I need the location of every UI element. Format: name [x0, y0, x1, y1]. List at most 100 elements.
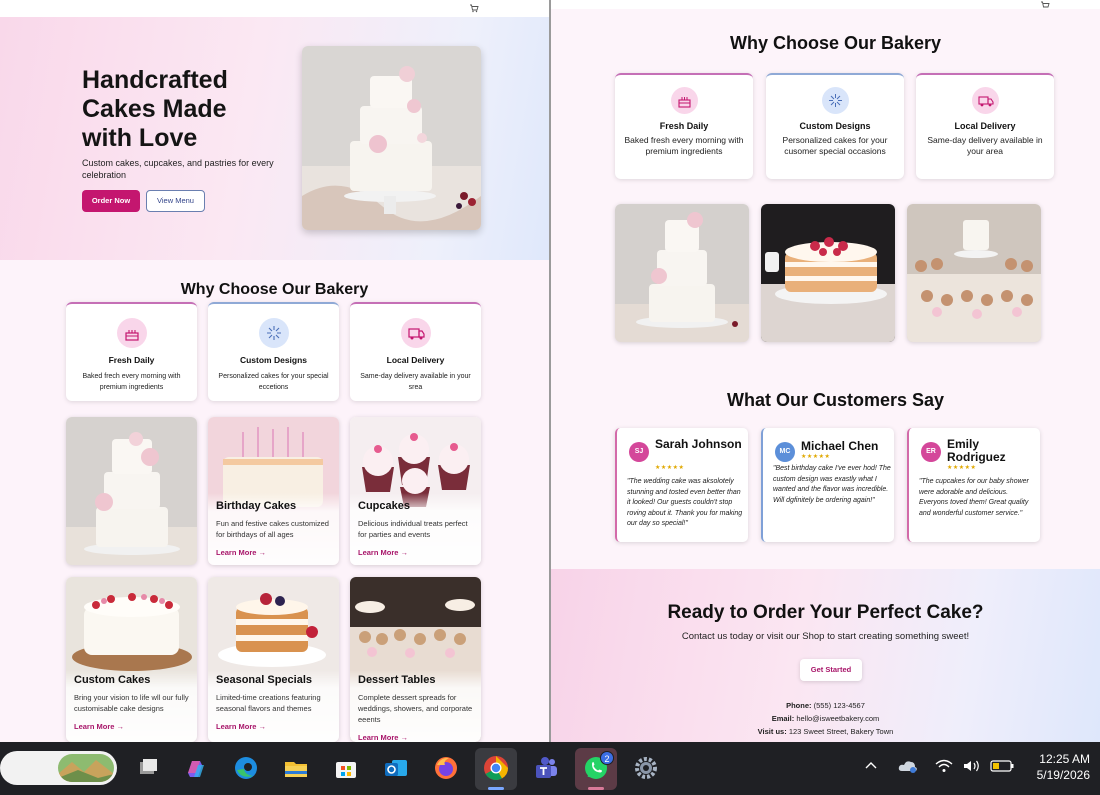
feature-description: Personalized cakes for your cusomer spec… — [782, 135, 888, 156]
feature-description: Same-day delivery available in your srea — [360, 373, 471, 391]
email-label: Email: — [771, 714, 795, 723]
contact-address: Visit us: 123 Sweet Street, Bakery Town — [551, 727, 1100, 736]
cake-icon — [670, 87, 698, 114]
product-card-dessert-tables[interactable]: Dessert Tables Complete dessert spreads … — [350, 577, 481, 742]
feature-title: Local Delivery — [954, 121, 1016, 131]
cart-icon[interactable] — [1040, 0, 1050, 10]
learn-more-link[interactable]: Learn More → — [74, 722, 124, 731]
hero-subtitle: Custom cakes, cupcakes, and pastries for… — [82, 158, 274, 180]
notification-badge: 2 — [600, 751, 614, 765]
search-box[interactable] — [0, 751, 117, 785]
view-menu-button[interactable]: View Menu — [146, 190, 205, 212]
clock-date: 5/19/2026 — [1036, 768, 1090, 782]
task-view-icon[interactable] — [133, 753, 163, 783]
outlook-icon[interactable] — [381, 753, 411, 783]
chrome-icon[interactable] — [481, 753, 511, 783]
visit-label: Visit us: — [757, 727, 787, 736]
feature-card-local-delivery: Local Delivery Same-day delivery availab… — [916, 73, 1054, 179]
edge-icon[interactable] — [231, 753, 261, 783]
contact-email: Email: hello@isweetbakery.com — [551, 714, 1100, 723]
avatar: ER — [921, 442, 941, 462]
card-title: Seasonal Specials — [216, 674, 312, 686]
card-description: Limited-time creations featuring seasona… — [216, 693, 321, 713]
testimonial-card: MC Michael Chen ★★★★★ "Best birthday cak… — [761, 428, 894, 542]
feature-card-fresh-daily: Fresh Daily Baked fresh every morning wi… — [615, 73, 753, 179]
testimonial-card: ER Emily Rodriguez ★★★★★ "The cupcakes f… — [907, 428, 1040, 542]
active-indicator — [588, 787, 604, 790]
sparkle-icon — [258, 318, 289, 348]
left-browser-pane: Handcrafted Cakes Made with Love Custom … — [0, 0, 549, 742]
card-title: Custom Cakes — [74, 674, 151, 686]
screen: Handcrafted Cakes Made with Love Custom … — [0, 0, 1100, 795]
learn-more-link[interactable]: Learn More → — [358, 733, 408, 742]
product-card-custom-cakes[interactable]: Custom Cakes Bring your vision to life w… — [66, 577, 197, 742]
review-quote: "Best birthday cake I've ever hod! The c… — [773, 465, 891, 504]
email-value[interactable]: hello@isweetbakery.com — [796, 714, 879, 723]
active-indicator — [488, 787, 504, 790]
cta-subtitle: Contact us today or visit our Shop to st… — [681, 631, 970, 642]
card-description: Bring your vision to life wll our fully … — [74, 693, 189, 713]
sparkle-icon — [821, 87, 849, 114]
rating-stars-icon: ★★★★★ — [801, 454, 831, 460]
onedrive-icon[interactable] — [898, 759, 918, 776]
card-description: Fun and festive cakes customized for bir… — [216, 519, 329, 539]
cake-icon — [116, 318, 147, 348]
microsoft-store-icon[interactable] — [331, 753, 361, 783]
taskbar: 2 12:25 AM 5/19/2026 — [0, 742, 1100, 795]
contact-phone: Phone: (555) 123-4567 — [551, 701, 1100, 710]
card-description: Delicious individual treats perfect for … — [358, 519, 468, 539]
learn-more-link[interactable]: Learn More → — [216, 548, 266, 557]
feature-card-custom-designs: Custom Designs Personalized cakes for yo… — [766, 73, 904, 179]
cta-title: Ready to Order Your Perfect Cake? — [667, 602, 984, 623]
reviewer-name: Emily Rodriguez — [947, 437, 1006, 464]
file-explorer-icon[interactable] — [281, 753, 311, 783]
teams-icon[interactable] — [531, 753, 561, 783]
why-choose-title: Why Choose Our Bakery — [180, 281, 369, 298]
card-description: Complete dessert spreads for weddings, s… — [358, 693, 473, 724]
feature-title: Fresh Daily — [108, 355, 155, 365]
rating-stars-icon: ★★★★★ — [947, 465, 977, 471]
reviewer-name: Michael Chen — [801, 439, 879, 453]
product-card-cupcakes[interactable]: Cupcakes Delicious individual treats per… — [350, 417, 481, 565]
why-choose-title: Why Choose Our Bakery — [729, 33, 942, 53]
truck-icon — [400, 318, 431, 348]
product-card-wedding-cake[interactable] — [66, 417, 197, 565]
avatar: MC — [775, 442, 795, 462]
feature-card-custom-designs: Custom Designs Personalized cakes for yo… — [208, 302, 339, 401]
review-quote: "The wedding cake was aksolotely stunnin… — [627, 478, 743, 527]
order-now-button[interactable]: Order Now — [82, 190, 140, 212]
truck-icon — [971, 87, 999, 114]
cart-icon[interactable] — [469, 3, 479, 13]
firefox-icon[interactable] — [431, 753, 461, 783]
volume-icon[interactable] — [962, 759, 982, 776]
battery-icon[interactable] — [990, 759, 1014, 776]
feature-description: Same-day delivery available in your area — [927, 135, 1043, 156]
feature-description: Personalized cakes for your special ecce… — [218, 373, 329, 391]
product-card-seasonal-specials[interactable]: Seasonal Specials Limited-time creations… — [208, 577, 339, 742]
search-highlight-icon — [58, 754, 114, 782]
feature-card-fresh-daily: Fresh Daily Baked frech every morning wi… — [66, 302, 197, 401]
settings-icon[interactable] — [631, 753, 661, 783]
testimonials-title: What Our Customers Say — [726, 390, 945, 410]
learn-more-link[interactable]: Learn More → — [216, 722, 266, 731]
testimonial-card: SJ Sarah Johnson ★★★★★ "The wedding cake… — [615, 428, 748, 542]
feature-title: Custom Designs — [239, 355, 308, 365]
learn-more-link[interactable]: Learn More → — [358, 548, 408, 557]
feature-description: Baked frech every morning with premium i… — [82, 373, 181, 391]
chevron-up-icon[interactable] — [864, 759, 878, 776]
right-browser-pane: Why Choose Our Bakery Fresh Daily Baked … — [551, 0, 1100, 742]
address-value: 123 Sweet Street, Bakery Town — [788, 727, 894, 736]
feature-title: Local Delivery — [386, 355, 445, 365]
copilot-icon[interactable] — [180, 753, 210, 783]
phone-value: (555) 123-4567 — [813, 701, 865, 710]
gallery-image-wedding-cake — [615, 204, 749, 342]
wedding-cake-photo — [66, 417, 197, 565]
rating-stars-icon: ★★★★★ — [655, 465, 685, 471]
system-clock[interactable]: 12:25 AM 5/19/2026 — [1037, 751, 1090, 783]
get-started-button[interactable]: Get Started — [800, 659, 862, 681]
cta-section: Ready to Order Your Perfect Cake? Contac… — [551, 569, 1100, 742]
wifi-icon[interactable] — [935, 759, 953, 776]
product-card-birthday-cakes[interactable]: Birthday Cakes Fun and festive cakes cus… — [208, 417, 339, 565]
reviewer-name: Sarah Johnson — [655, 437, 742, 451]
feature-title: Custom Designs — [799, 121, 871, 131]
